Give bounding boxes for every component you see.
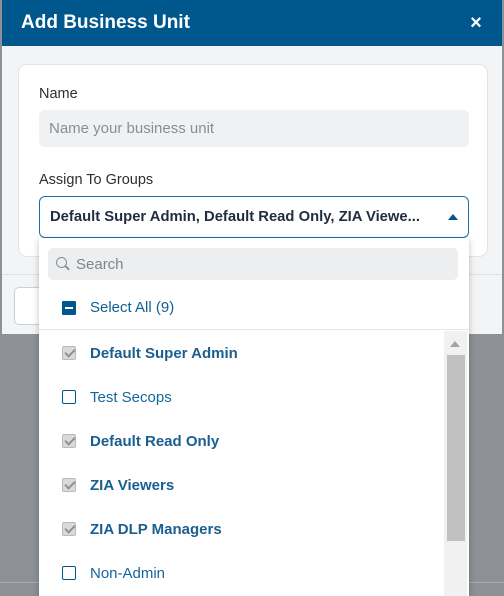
group-option-label: Non-Admin (90, 564, 166, 582)
group-option-label: Default Super Admin (90, 344, 238, 362)
group-option[interactable]: Default Read Only (39, 419, 443, 463)
group-option[interactable]: ZIA DLP Managers (39, 507, 443, 551)
dialog-header: Add Business Unit × (2, 0, 502, 46)
search-input[interactable] (76, 255, 436, 273)
group-option[interactable]: ZIA Viewers (39, 463, 443, 507)
groups-label: Assign To Groups (39, 172, 154, 188)
list-scrollbar[interactable] (444, 331, 467, 596)
checkbox-checked[interactable] (62, 478, 76, 492)
checkbox-checked[interactable] (62, 522, 76, 536)
checkbox-checked[interactable] (62, 346, 76, 360)
group-option-label: ZIA Viewers (90, 476, 175, 494)
groups-select[interactable]: Default Super Admin, Default Read Only, … (39, 196, 469, 238)
search-box (48, 248, 458, 280)
search-icon (56, 257, 70, 271)
select-all-label: Select All (9) (90, 299, 175, 316)
scroll-up-icon[interactable] (450, 341, 460, 347)
select-all-option[interactable]: Select All (9) (39, 286, 469, 330)
groups-select-value: Default Super Admin, Default Read Only, … (50, 209, 420, 225)
groups-dropdown: Select All (9) Default Super Admin Test … (39, 238, 469, 596)
close-icon[interactable]: × (466, 12, 486, 35)
group-option[interactable]: Default Super Admin (39, 331, 443, 375)
indeterminate-checkbox-icon[interactable] (62, 300, 76, 315)
checkbox-checked[interactable] (62, 434, 76, 448)
group-option-label: Test Secops (90, 388, 172, 406)
group-option-list: Default Super Admin Test Secops Default … (39, 331, 443, 596)
checkbox[interactable] (62, 390, 76, 404)
scrollbar-thumb[interactable] (447, 355, 465, 541)
checkbox[interactable] (62, 566, 76, 580)
group-option[interactable]: Non-Admin (39, 551, 443, 595)
group-option-label: ZIA DLP Managers (90, 520, 222, 538)
group-option[interactable]: Test Secops (39, 375, 443, 419)
caret-up-icon (448, 214, 458, 220)
name-input[interactable] (39, 110, 469, 147)
group-option-label: Default Read Only (90, 432, 220, 450)
dialog-title: Add Business Unit (21, 12, 190, 33)
name-label: Name (39, 86, 78, 102)
form-card: Name Assign To Groups Default Super Admi… (19, 65, 487, 256)
